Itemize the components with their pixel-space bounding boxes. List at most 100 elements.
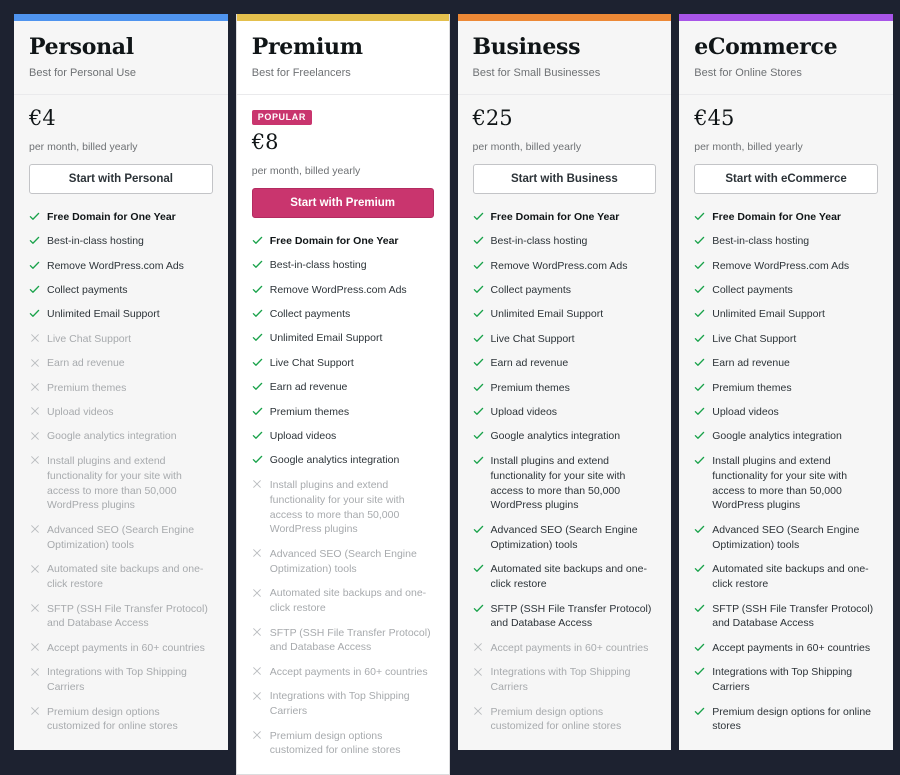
- feature-label: Premium design options for online stores: [712, 705, 878, 735]
- feature-item: Google analytics integration: [694, 429, 878, 444]
- feature-label: Install plugins and extend functionality…: [491, 454, 657, 514]
- cross-icon: [29, 405, 40, 418]
- check-icon: [694, 523, 705, 536]
- check-icon: [473, 307, 484, 320]
- plan-card-ecommerce: eCommerceBest for Online Stores€45per mo…: [679, 14, 893, 750]
- plan-pricing: €25 per month, billed yearly Start with Bu…: [458, 95, 672, 194]
- feature-item: Advanced SEO (Search Engine Optimization…: [252, 547, 434, 577]
- feature-item: Best-in-class hosting: [252, 258, 434, 273]
- feature-item: SFTP (SSH File Transfer Protocol) and Da…: [473, 602, 657, 632]
- feature-item: Install plugins and extend functionality…: [473, 454, 657, 514]
- feature-label: Free Domain for One Year: [712, 210, 878, 225]
- cross-icon: [252, 478, 263, 491]
- feature-label: Best-in-class hosting: [47, 234, 213, 249]
- cross-icon: [29, 332, 40, 345]
- feature-label: Live Chat Support: [712, 332, 878, 347]
- feature-label: Unlimited Email Support: [47, 307, 213, 322]
- plan-pricing: €45per month, billed yearlyStart with eC…: [679, 95, 893, 194]
- cross-icon: [252, 586, 263, 599]
- feature-label: Premium themes: [47, 381, 213, 396]
- plan-features-list: Free Domain for One Year Best-in-class ho…: [237, 218, 449, 775]
- feature-item: Collect payments: [694, 283, 878, 298]
- feature-item: SFTP (SSH File Transfer Protocol) and Da…: [29, 602, 213, 632]
- feature-item: Unlimited Email Support: [29, 307, 213, 322]
- check-icon: [473, 259, 484, 272]
- feature-item: Accept payments in 60+ countries: [694, 641, 878, 656]
- feature-item: Upload videos: [473, 405, 657, 420]
- check-icon: [29, 210, 40, 223]
- plan-features-list: Free Domain for One Year Best-in-class ho…: [679, 194, 893, 751]
- plan-accent-bar: [14, 14, 228, 21]
- check-icon: [252, 331, 263, 344]
- feature-label: Collect payments: [47, 283, 213, 298]
- feature-label: Automated site backups and one-click res…: [491, 562, 657, 592]
- feature-label: Integrations with Top Shipping Carriers: [712, 665, 878, 695]
- check-icon: [694, 381, 705, 394]
- plan-billing-note: per month, billed yearly: [473, 141, 657, 153]
- feature-label: Install plugins and extend functionality…: [47, 454, 213, 514]
- cross-icon: [29, 665, 40, 678]
- feature-item: Premium themes: [473, 381, 657, 396]
- check-icon: [694, 562, 705, 575]
- plan-header: eCommerceBest for Online Stores: [679, 21, 893, 95]
- check-icon: [694, 429, 705, 442]
- feature-item: Automated site backups and one-click res…: [694, 562, 878, 592]
- feature-label: Accept payments in 60+ countries: [270, 665, 434, 680]
- check-icon: [473, 454, 484, 467]
- feature-label: Accept payments in 60+ countries: [712, 641, 878, 656]
- feature-label: Live Chat Support: [491, 332, 657, 347]
- feature-label: Premium design options customized for on…: [270, 729, 434, 759]
- check-icon: [694, 602, 705, 615]
- feature-item: Premium design options customized for on…: [252, 729, 434, 759]
- start-with-ecommerce-button[interactable]: Start with eCommerce: [694, 164, 878, 194]
- cross-icon: [29, 705, 40, 718]
- feature-item: Free Domain for One Year: [29, 210, 213, 225]
- check-icon: [694, 454, 705, 467]
- feature-label: Integrations with Top Shipping Carriers: [491, 665, 657, 695]
- check-icon: [252, 258, 263, 271]
- check-icon: [252, 429, 263, 442]
- check-icon: [694, 259, 705, 272]
- check-icon: [694, 665, 705, 678]
- plan-header: BusinessBest for Small Businesses: [458, 21, 672, 95]
- feature-item: Automated site backups and one-click res…: [473, 562, 657, 592]
- plan-card-business: BusinessBest for Small Businesses €25 per …: [458, 14, 672, 750]
- feature-item: Google analytics integration: [252, 453, 434, 468]
- start-with-personal-button[interactable]: Start with Personal: [29, 164, 213, 194]
- plan-price: €4: [29, 107, 213, 130]
- check-icon: [29, 307, 40, 320]
- plan-header: PremiumBest for Freelancers: [237, 21, 449, 95]
- plan-price: €25: [473, 107, 657, 130]
- feature-item: Premium design options customized for on…: [473, 705, 657, 735]
- feature-label: Earn ad revenue: [712, 356, 878, 371]
- check-icon: [29, 283, 40, 296]
- feature-item: Remove WordPress.com Ads: [29, 259, 213, 274]
- start-with-premium-button[interactable]: Start with Premium: [252, 188, 434, 218]
- feature-label: Premium design options customized for on…: [47, 705, 213, 735]
- check-icon: [252, 453, 263, 466]
- check-icon: [252, 356, 263, 369]
- feature-item: Advanced SEO (Search Engine Optimization…: [29, 523, 213, 553]
- check-icon: [29, 234, 40, 247]
- check-icon: [694, 705, 705, 718]
- check-icon: [694, 332, 705, 345]
- plan-tagline: Best for Small Businesses: [473, 66, 657, 80]
- feature-item: Advanced SEO (Search Engine Optimization…: [473, 523, 657, 553]
- cross-icon: [29, 429, 40, 442]
- cross-icon: [252, 626, 263, 639]
- cross-icon: [473, 705, 484, 718]
- feature-label: Collect payments: [270, 307, 434, 322]
- feature-label: Google analytics integration: [491, 429, 657, 444]
- start-with-business-button[interactable]: Start with Business: [473, 164, 657, 194]
- check-icon: [29, 259, 40, 272]
- feature-label: Upload videos: [491, 405, 657, 420]
- feature-label: Free Domain for One Year: [270, 234, 434, 249]
- feature-label: Remove WordPress.com Ads: [270, 283, 434, 298]
- feature-item: Integrations with Top Shipping Carriers: [252, 689, 434, 719]
- cross-icon: [473, 665, 484, 678]
- feature-item: Live Chat Support: [473, 332, 657, 347]
- feature-item: Best-in-class hosting: [694, 234, 878, 249]
- cross-icon: [29, 454, 40, 467]
- feature-item: Premium design options customized for on…: [29, 705, 213, 735]
- check-icon: [694, 405, 705, 418]
